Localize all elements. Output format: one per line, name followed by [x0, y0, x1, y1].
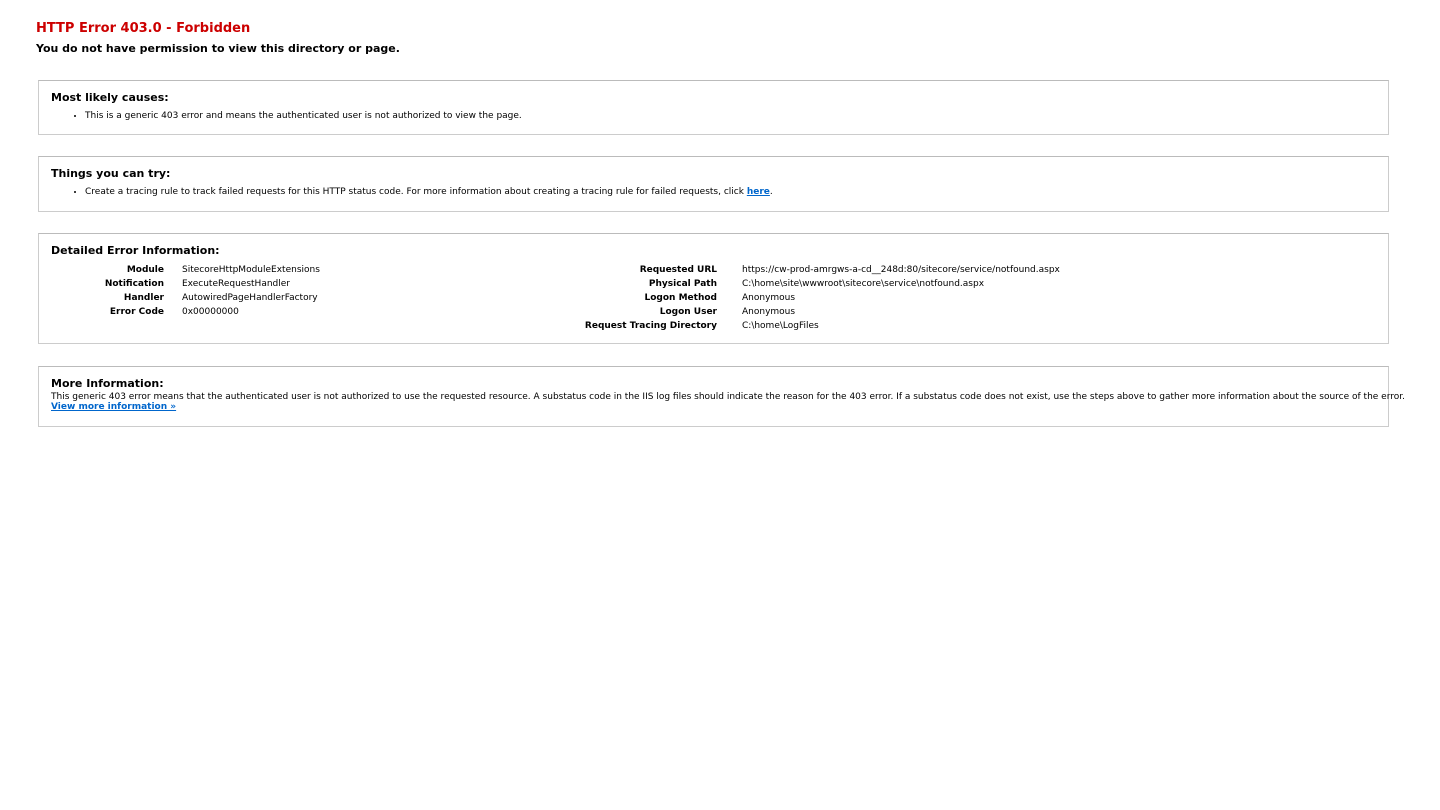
detail-label: Module — [126, 265, 164, 275]
try-box: Things you can try: Create a tracing rul… — [38, 156, 1389, 212]
detail-row-module: Module SitecoreHttpModuleExtensions — [51, 263, 320, 277]
try-list: Create a tracing rule to track failed re… — [51, 186, 773, 198]
detail-heading: Detailed Error Information: — [51, 244, 220, 257]
causes-list: This is a generic 403 error and means th… — [51, 110, 522, 122]
error-page: HTTP Error 403.0 - Forbidden You do not … — [0, 0, 1440, 810]
more-info-heading: More Information: — [51, 377, 164, 390]
more-info-text: This generic 403 error means that the au… — [51, 392, 1405, 402]
detail-label: Logon Method — [644, 293, 717, 303]
error-header: HTTP Error 403.0 - Forbidden You do not … — [36, 20, 400, 56]
detail-label: Logon User — [659, 307, 717, 317]
detail-row-tracing-directory: Request Tracing Directory C:\home\LogFil… — [559, 319, 1060, 333]
detail-value: ExecuteRequestHandler — [182, 279, 290, 289]
causes-heading: Most likely causes: — [51, 91, 169, 104]
detail-value: SitecoreHttpModuleExtensions — [182, 265, 320, 275]
detail-row-handler: Handler AutowiredPageHandlerFactory — [51, 291, 320, 305]
detail-label: Error Code — [109, 307, 164, 317]
error-subtitle: You do not have permission to view this … — [36, 42, 400, 55]
detail-row-logon-user: Logon User Anonymous — [559, 305, 1060, 319]
detail-value: Anonymous — [742, 307, 796, 317]
detail-box: Detailed Error Information: Module Sitec… — [38, 233, 1389, 344]
detail-table-right: Requested URL https://cw-prod-amrgws-a-c… — [559, 263, 1060, 333]
try-item-text: Create a tracing rule to track failed re… — [85, 187, 747, 197]
detail-value: 0x00000000 — [182, 307, 239, 317]
cause-item: This is a generic 403 error and means th… — [85, 110, 522, 122]
detail-table-left: Module SitecoreHttpModuleExtensions Noti… — [51, 263, 320, 319]
detail-value: AutowiredPageHandlerFactory — [182, 293, 318, 303]
detail-label: Handler — [123, 293, 164, 303]
view-more-information-link[interactable]: View more information » — [51, 402, 176, 413]
detail-row-error-code: Error Code 0x00000000 — [51, 305, 320, 319]
detail-value: C:\home\LogFiles — [742, 321, 819, 331]
detail-row-notification: Notification ExecuteRequestHandler — [51, 277, 320, 291]
try-item-suffix: . — [769, 187, 773, 197]
detail-row-physical-path: Physical Path C:\home\site\wwwroot\sitec… — [559, 277, 1060, 291]
detail-value: https://cw-prod-amrgws-a-cd__248d:80/sit… — [742, 265, 1060, 275]
causes-box: Most likely causes: This is a generic 40… — [38, 80, 1389, 135]
tracing-rule-link[interactable]: here — [747, 187, 770, 197]
try-item: Create a tracing rule to track failed re… — [85, 186, 773, 198]
detail-row-logon-method: Logon Method Anonymous — [559, 291, 1060, 305]
error-title: HTTP Error 403.0 - Forbidden — [36, 21, 251, 36]
detail-label: Notification — [104, 279, 164, 289]
detail-row-requested-url: Requested URL https://cw-prod-amrgws-a-c… — [559, 263, 1060, 277]
detail-label: Physical Path — [648, 279, 717, 289]
more-info-box: More Information: This generic 403 error… — [38, 366, 1405, 427]
detail-value: C:\home\site\wwwroot\sitecore\service\no… — [742, 279, 985, 289]
try-heading: Things you can try: — [51, 167, 171, 180]
detail-label: Requested URL — [639, 265, 717, 275]
detail-label: Request Tracing Directory — [584, 321, 717, 331]
detail-value: Anonymous — [742, 293, 796, 303]
